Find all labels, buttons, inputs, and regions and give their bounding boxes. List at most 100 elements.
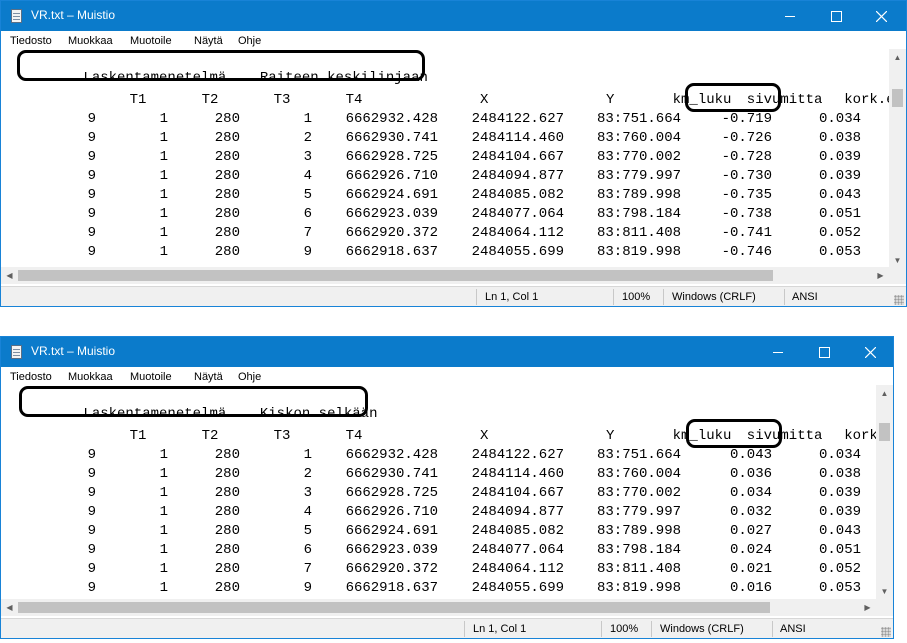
- cell-sivumitta: 0.024: [729, 542, 772, 558]
- menu-muotoile[interactable]: Muotoile: [130, 35, 172, 47]
- menu-ohje[interactable]: Ohje: [238, 371, 261, 383]
- resize-grip[interactable]: [881, 627, 891, 637]
- cell-x: 6662932.428: [345, 111, 438, 127]
- cell-t3: 280: [214, 225, 240, 241]
- vertical-scrollbar[interactable]: ▲ ▼: [876, 385, 893, 600]
- horizontal-scroll-thumb[interactable]: [18, 602, 770, 613]
- cell-x: 6662920.372: [345, 225, 438, 241]
- menu-muotoile[interactable]: Muotoile: [130, 371, 172, 383]
- cell-y: 2484094.877: [471, 168, 564, 184]
- close-icon: [875, 10, 887, 22]
- cell-t2: 1: [159, 523, 168, 539]
- cell-t4: 9: [303, 244, 312, 260]
- arrow-left-icon[interactable]: ◀: [1, 267, 18, 284]
- window-title: VR.txt – Muistio: [31, 8, 116, 22]
- cell-kork-ero: 0.038: [818, 466, 861, 482]
- minimize-button[interactable]: [755, 337, 801, 367]
- arrow-down-icon[interactable]: ▼: [876, 583, 893, 600]
- cell-t4: 2: [303, 130, 312, 146]
- cell-t4: 4: [303, 168, 312, 184]
- cell-km-luku: 83:789.998: [596, 523, 681, 539]
- close-button[interactable]: [858, 1, 904, 31]
- cell-t2: 1: [159, 111, 168, 127]
- notepad-window-1: VR.txt – Muistio Tiedosto Muokkaa Muotoi…: [0, 0, 907, 307]
- cell-x: 6662920.372: [345, 561, 438, 577]
- cell-t2: 1: [159, 466, 168, 482]
- menu-nayta[interactable]: Näytä: [194, 371, 223, 383]
- horizontal-scrollbar[interactable]: ◀ ▶: [1, 267, 889, 284]
- header-sivumitta: sivumitta: [746, 428, 823, 444]
- cell-t1: 9: [87, 130, 96, 146]
- cell-t1: 9: [87, 523, 96, 539]
- cell-sivumitta: -0.719: [721, 111, 772, 127]
- cell-y: 2484077.064: [471, 542, 564, 558]
- cell-x: 6662932.428: [345, 447, 438, 463]
- arrow-up-icon[interactable]: ▲: [876, 385, 893, 402]
- menu-nayta[interactable]: Näytä: [194, 35, 223, 47]
- close-button[interactable]: [847, 337, 893, 367]
- resize-grip[interactable]: [894, 295, 904, 305]
- status-line-ending: Windows (CRLF): [660, 623, 744, 635]
- vertical-scroll-thumb[interactable]: [892, 89, 903, 107]
- title-bar[interactable]: VR.txt – Muistio: [1, 1, 906, 31]
- cell-t4: 5: [303, 523, 312, 539]
- cell-y: 2484077.064: [471, 206, 564, 222]
- vertical-scroll-thumb[interactable]: [879, 423, 890, 441]
- status-divider: [772, 621, 773, 637]
- cell-sivumitta: -0.738: [721, 206, 772, 222]
- text-editor[interactable]: Laskentamenetelmä Kiskon selkään T1 T2 T…: [1, 385, 876, 600]
- cell-km-luku: 83:760.004: [596, 466, 681, 482]
- method-value: Kiskon selkään: [259, 406, 378, 422]
- cell-km-luku: 83:798.184: [596, 206, 681, 222]
- status-line-ending: Windows (CRLF): [672, 291, 756, 303]
- cell-t3: 280: [214, 485, 240, 501]
- maximize-button[interactable]: [801, 337, 847, 367]
- cell-kork-ero: 0.034: [818, 111, 861, 127]
- cell-t4: 7: [303, 561, 312, 577]
- cell-kork-ero: 0.052: [818, 225, 861, 241]
- cell-km-luku: 83:779.997: [596, 168, 681, 184]
- cell-y: 2484055.699: [471, 580, 564, 596]
- cell-x: 6662918.637: [345, 244, 438, 260]
- cell-t1: 9: [87, 111, 96, 127]
- cell-x: 6662924.691: [345, 523, 438, 539]
- cell-t1: 9: [87, 225, 96, 241]
- text-editor[interactable]: Laskentamenetelmä Raiteen keskilinjaan T…: [1, 49, 889, 269]
- cell-t4: 6: [303, 206, 312, 222]
- header-kork-ero: kork.ero: [844, 428, 876, 444]
- menu-tiedosto[interactable]: Tiedosto: [10, 371, 52, 383]
- arrow-right-icon[interactable]: ▶: [859, 599, 876, 616]
- cell-t1: 9: [87, 561, 96, 577]
- menu-muokkaa[interactable]: Muokkaa: [68, 371, 113, 383]
- menu-ohje[interactable]: Ohje: [238, 35, 261, 47]
- cell-y: 2484055.699: [471, 244, 564, 260]
- arrow-up-icon[interactable]: ▲: [889, 49, 906, 66]
- cell-t3: 280: [214, 168, 240, 184]
- status-zoom: 100%: [622, 291, 651, 303]
- maximize-button[interactable]: [813, 1, 859, 31]
- minimize-button[interactable]: [767, 1, 813, 31]
- horizontal-scrollbar[interactable]: ◀ ▶: [1, 599, 876, 616]
- cell-x: 6662918.637: [345, 580, 438, 596]
- vertical-scrollbar[interactable]: ▲ ▼: [889, 49, 906, 269]
- cell-t2: 1: [159, 130, 168, 146]
- cell-sivumitta: -0.735: [721, 187, 772, 203]
- arrow-left-icon[interactable]: ◀: [1, 599, 18, 616]
- cell-x: 6662923.039: [345, 206, 438, 222]
- cell-t4: 9: [303, 580, 312, 596]
- cell-t1: 9: [87, 168, 96, 184]
- cell-y: 2484104.667: [471, 485, 564, 501]
- cell-t3: 280: [214, 149, 240, 165]
- cell-kork-ero: 0.038: [818, 130, 861, 146]
- cell-t4: 7: [303, 225, 312, 241]
- cell-x: 6662926.710: [345, 168, 438, 184]
- cell-t3: 280: [214, 466, 240, 482]
- horizontal-scroll-thumb[interactable]: [18, 270, 773, 281]
- title-bar[interactable]: VR.txt – Muistio: [1, 337, 893, 367]
- cell-y: 2484085.082: [471, 523, 564, 539]
- arrow-right-icon[interactable]: ▶: [872, 267, 889, 284]
- status-divider: [464, 621, 465, 637]
- menu-tiedosto[interactable]: Tiedosto: [10, 35, 52, 47]
- cell-t4: 6: [303, 542, 312, 558]
- menu-muokkaa[interactable]: Muokkaa: [68, 35, 113, 47]
